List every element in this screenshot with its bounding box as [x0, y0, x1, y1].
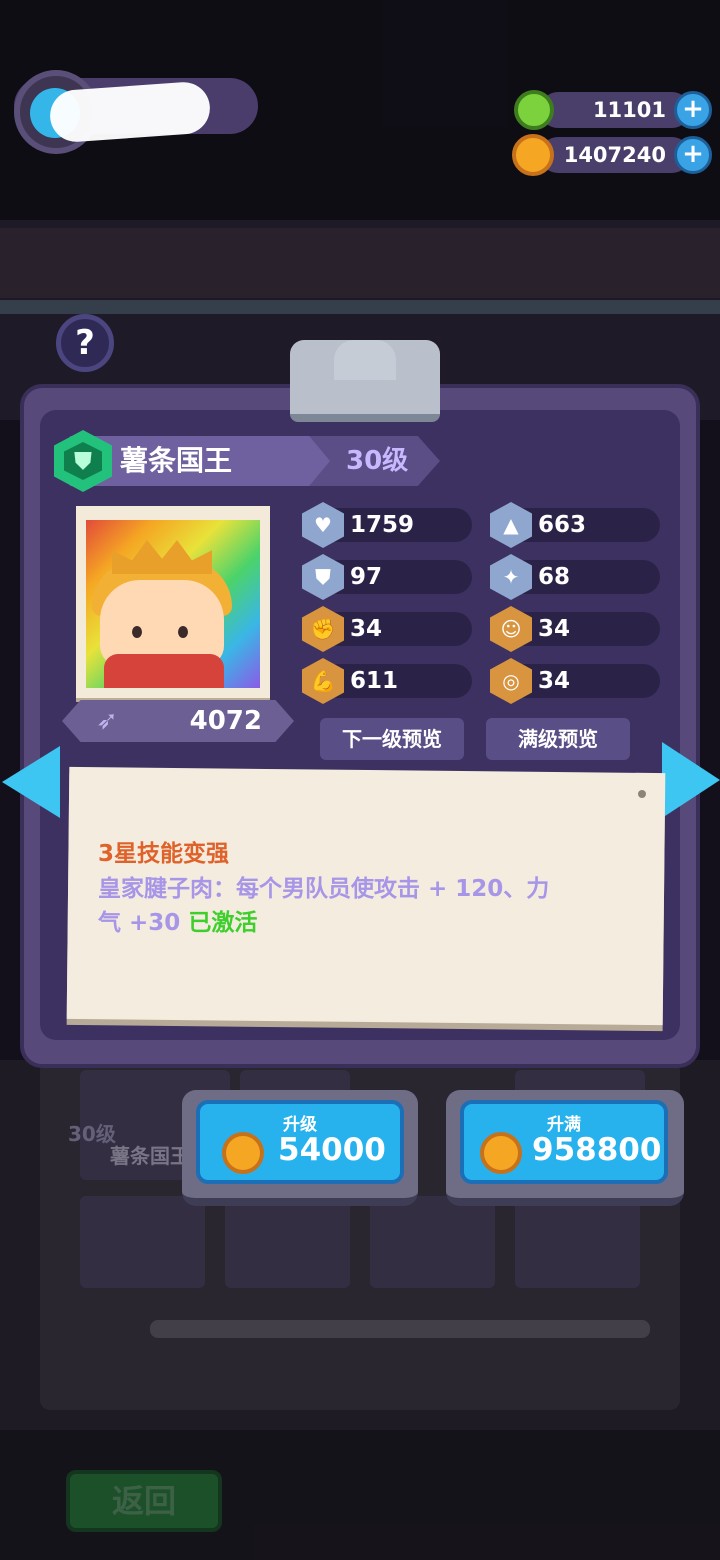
stat-value: 34: [538, 668, 571, 694]
gem-icon: [514, 90, 554, 130]
stat-value: 34: [350, 616, 383, 642]
stat-value: 68: [538, 564, 571, 590]
add-coins-button[interactable]: +: [674, 136, 712, 174]
gem-counter: 11101: [540, 92, 690, 128]
coin-count: 1407240: [563, 143, 666, 167]
stat-value: 663: [538, 512, 587, 538]
stat-value: 34: [538, 616, 571, 642]
portrait-eye: [132, 626, 142, 638]
skill-description: 皇家腱子肉：每个男队员使攻击 + 120、力气 +30 已激活: [98, 872, 558, 940]
stat-value: 1759: [350, 512, 415, 538]
hero-level: 30级: [346, 446, 409, 476]
portrait-body: [104, 654, 224, 688]
skill-description-text: 皇家腱子肉：每个男队员使攻击 + 120、力气 +30: [98, 876, 550, 936]
help-button[interactable]: ?: [56, 314, 114, 372]
skill-status: 已激活: [188, 910, 258, 936]
coin-counter: 1407240: [540, 137, 690, 173]
max-level-preview-button[interactable]: 满级预览: [486, 718, 630, 760]
power-value: 4072: [189, 706, 262, 736]
coin-icon: [512, 134, 554, 176]
stat-value: 611: [350, 668, 399, 694]
coin-icon: [222, 1132, 264, 1174]
gem-count: 11101: [592, 98, 666, 122]
upgrade-cost: 54000: [278, 1132, 386, 1168]
pin-icon: [638, 790, 646, 798]
clipboard-clip-top: [334, 340, 396, 380]
stat-value: 97: [350, 564, 383, 590]
max-upgrade-cost: 958800: [532, 1132, 662, 1168]
coin-icon: [480, 1132, 522, 1174]
shield-icon: ⛊: [74, 447, 92, 475]
upgrade-button[interactable]: 升级 54000: [196, 1100, 404, 1184]
skill-title: 3星技能变强: [98, 841, 230, 867]
add-gems-button[interactable]: +: [674, 91, 712, 129]
hero-name: 薯条国王: [120, 444, 233, 477]
rocket-icon: ➶: [96, 706, 118, 736]
next-level-preview-button[interactable]: 下一级预览: [320, 718, 464, 760]
portrait-eye: [178, 626, 188, 638]
max-upgrade-button[interactable]: 升满 958800: [460, 1100, 668, 1184]
